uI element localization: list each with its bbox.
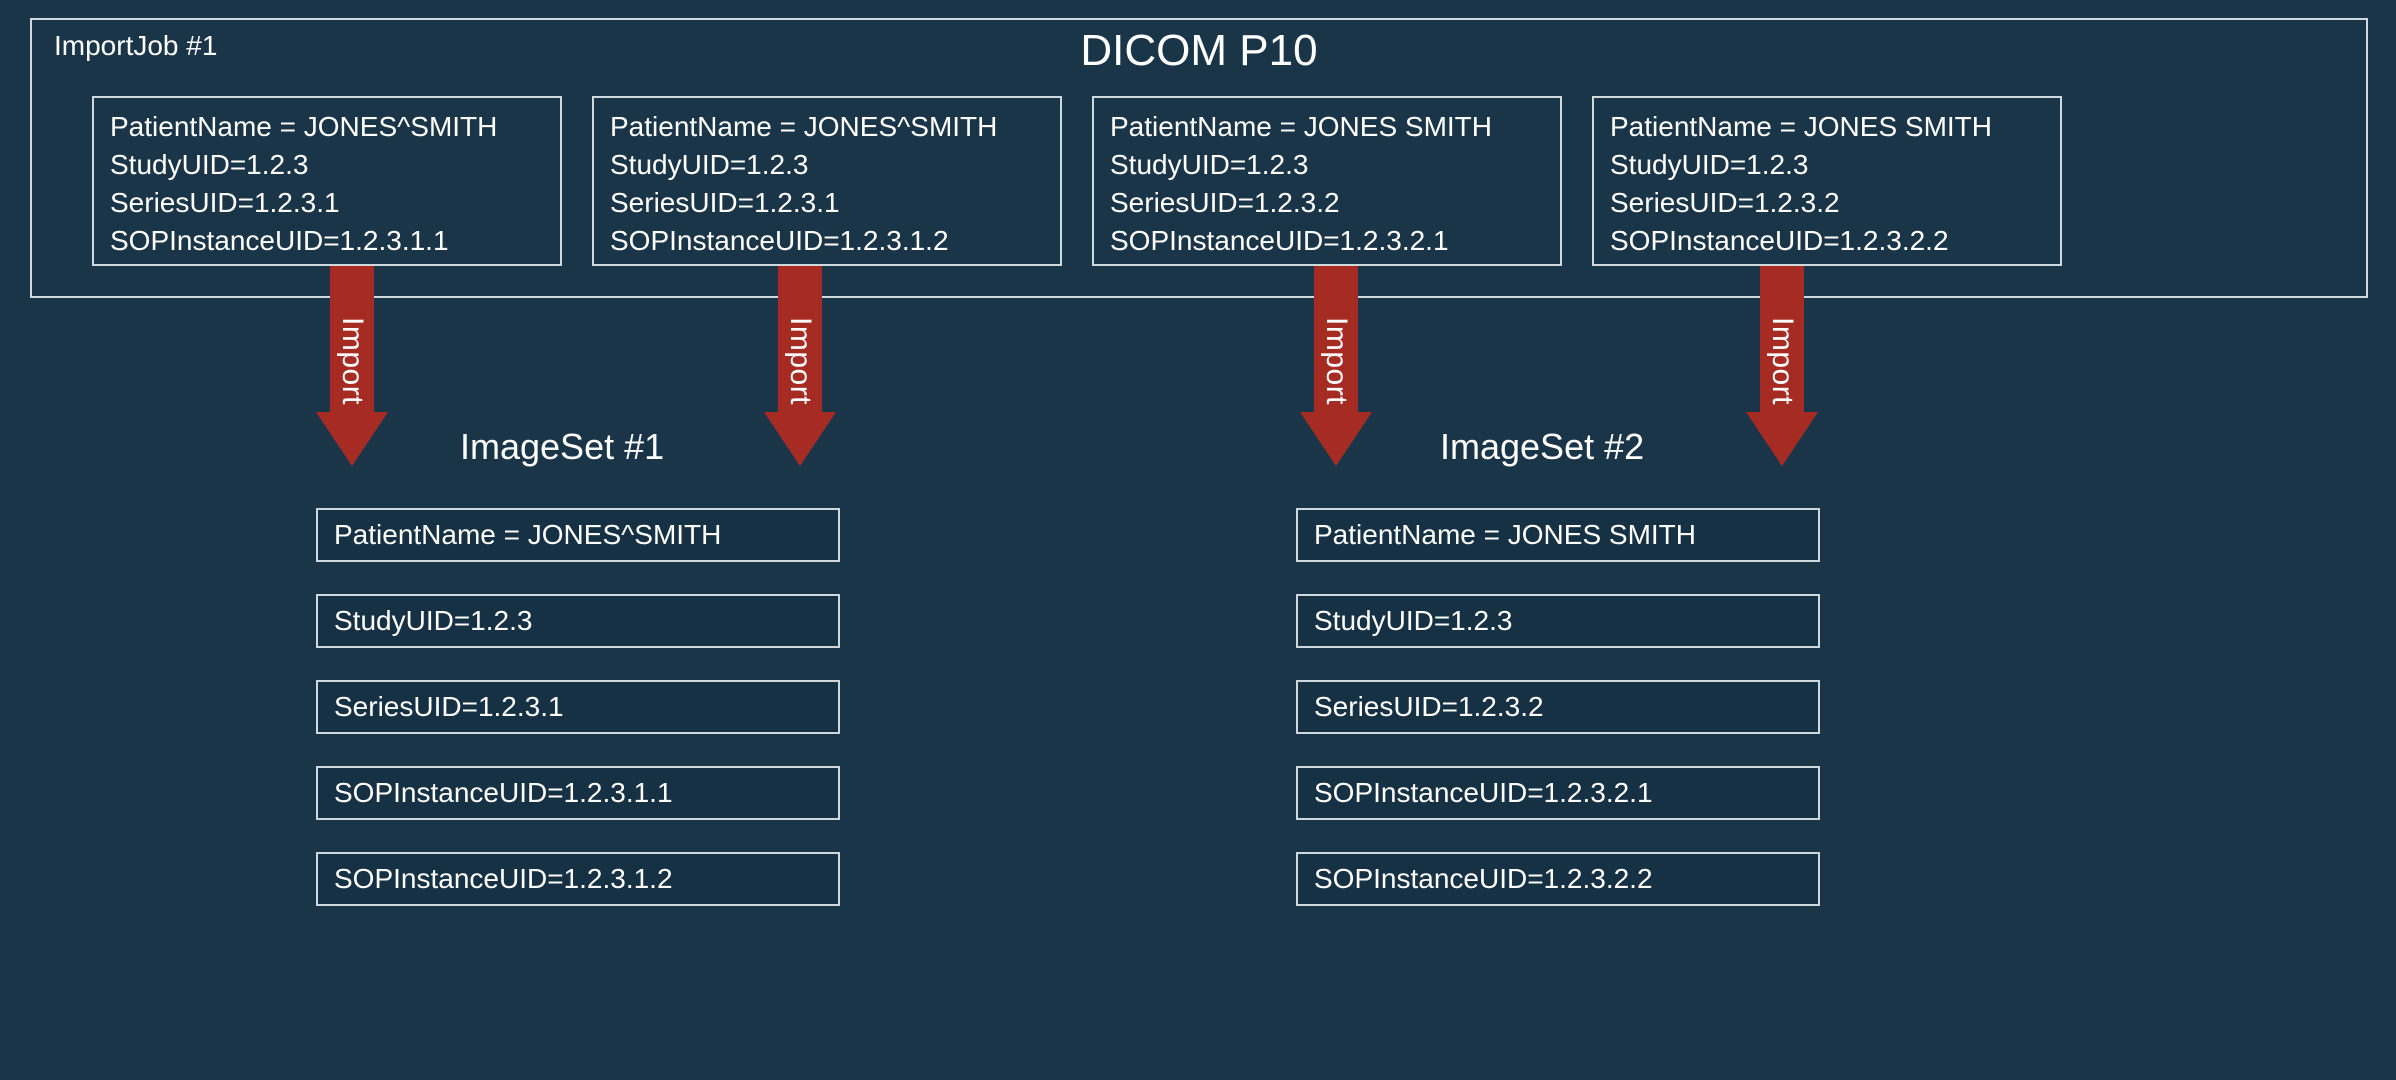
imageset-2-study-uid: StudyUID=1.2.3 (1296, 594, 1820, 648)
p10-sop-uid: SOPInstanceUID=1.2.3.1.1 (110, 222, 544, 260)
p10-patient-name: PatientName = JONES^SMITH (110, 108, 544, 146)
p10-series-uid: SeriesUID=1.2.3.1 (610, 184, 1044, 222)
import-arrow-3: Import (1300, 266, 1372, 476)
p10-instance-1: PatientName = JONES^SMITH StudyUID=1.2.3… (92, 96, 562, 266)
p10-sop-uid: SOPInstanceUID=1.2.3.2.1 (1110, 222, 1544, 260)
imageset-2-sop-uid-1: SOPInstanceUID=1.2.3.2.1 (1296, 766, 1820, 820)
arrow-label: Import (1319, 317, 1353, 389)
p10-study-uid: StudyUID=1.2.3 (610, 146, 1044, 184)
p10-instance-4: PatientName = JONES SMITH StudyUID=1.2.3… (1592, 96, 2062, 266)
imageset-2-patient-name: PatientName = JONES SMITH (1296, 508, 1820, 562)
imageset-2-series-uid: SeriesUID=1.2.3.2 (1296, 680, 1820, 734)
p10-instance-2: PatientName = JONES^SMITH StudyUID=1.2.3… (592, 96, 1062, 266)
import-arrow-4: Import (1746, 266, 1818, 476)
arrow-label: Import (1765, 317, 1799, 389)
imageset-1-series-uid: SeriesUID=1.2.3.1 (316, 680, 840, 734)
p10-study-uid: StudyUID=1.2.3 (1610, 146, 2044, 184)
arrow-head-icon (1300, 412, 1372, 466)
p10-study-uid: StudyUID=1.2.3 (1110, 146, 1544, 184)
arrow-head-icon (1746, 412, 1818, 466)
imageset-1-sop-uid-2: SOPInstanceUID=1.2.3.1.2 (316, 852, 840, 906)
imageset-2-label: ImageSet #2 (1440, 426, 1644, 468)
p10-study-uid: StudyUID=1.2.3 (110, 146, 544, 184)
imageset-2-sop-uid-2: SOPInstanceUID=1.2.3.2.2 (1296, 852, 1820, 906)
imageset-1-patient-name: PatientName = JONES^SMITH (316, 508, 840, 562)
arrow-label: Import (335, 317, 369, 389)
p10-patient-name: PatientName = JONES SMITH (1110, 108, 1544, 146)
arrow-head-icon (764, 412, 836, 466)
p10-series-uid: SeriesUID=1.2.3.2 (1110, 184, 1544, 222)
p10-patient-name: PatientName = JONES^SMITH (610, 108, 1044, 146)
arrow-label: Import (783, 317, 817, 389)
imageset-1-sop-uid-1: SOPInstanceUID=1.2.3.1.1 (316, 766, 840, 820)
p10-series-uid: SeriesUID=1.2.3.2 (1610, 184, 2044, 222)
p10-sop-uid: SOPInstanceUID=1.2.3.1.2 (610, 222, 1044, 260)
p10-series-uid: SeriesUID=1.2.3.1 (110, 184, 544, 222)
import-arrow-2: Import (764, 266, 836, 476)
p10-sop-uid: SOPInstanceUID=1.2.3.2.2 (1610, 222, 2044, 260)
imageset-1-label: ImageSet #1 (460, 426, 664, 468)
import-arrow-1: Import (316, 266, 388, 476)
arrow-head-icon (316, 412, 388, 466)
dicom-title: DICOM P10 (32, 26, 2366, 76)
p10-instance-3: PatientName = JONES SMITH StudyUID=1.2.3… (1092, 96, 1562, 266)
imageset-1-study-uid: StudyUID=1.2.3 (316, 594, 840, 648)
p10-patient-name: PatientName = JONES SMITH (1610, 108, 2044, 146)
diagram-stage: ImportJob #1 DICOM P10 PatientName = JON… (0, 0, 2396, 1080)
import-job-container: ImportJob #1 DICOM P10 PatientName = JON… (30, 18, 2368, 298)
